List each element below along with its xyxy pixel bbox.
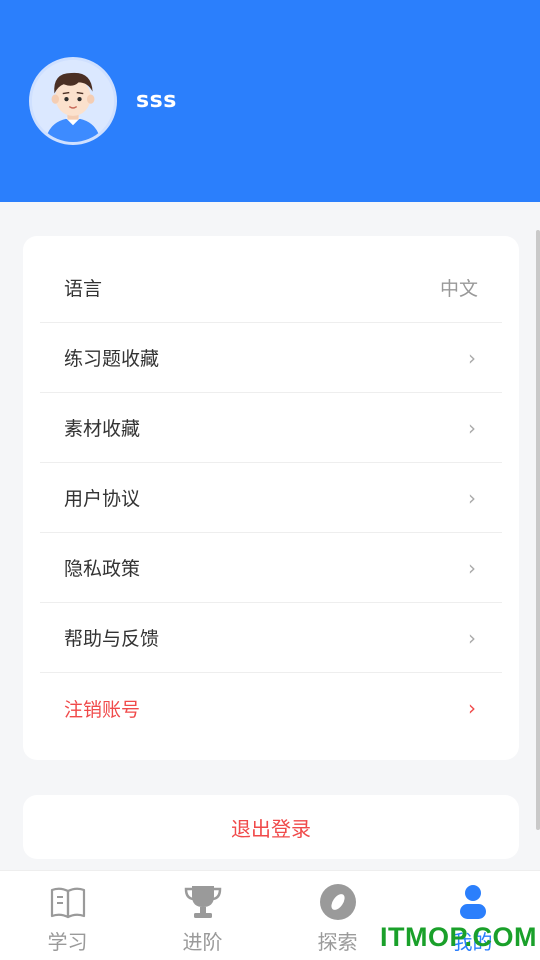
menu-item-privacy-policy[interactable]: 隐私政策 ›	[40, 533, 502, 603]
compass-icon	[319, 884, 356, 920]
chevron-right-icon: ›	[468, 415, 476, 440]
menu-item-label: 素材收藏	[64, 418, 141, 440]
profile-page: sss 语言 中文 练习题收藏 › 素材收藏 › 用户协议 › 隐私政策 › 帮…	[0, 0, 540, 960]
menu-item-label: 隐私政策	[64, 558, 141, 580]
chevron-right-icon: ›	[468, 696, 476, 720]
menu-item-label: 注销账号	[64, 698, 141, 721]
chevron-right-icon: ›	[468, 345, 476, 370]
watermark: ITMOP.COM	[380, 922, 538, 952]
chevron-right-icon: ›	[468, 555, 476, 580]
menu-item-label: 练习题收藏	[64, 348, 160, 370]
menu-item-exercise-favorites[interactable]: 练习题收藏 ›	[40, 323, 502, 393]
menu-item-label: 用户协议	[64, 488, 141, 510]
tab-label: 探索	[317, 930, 358, 954]
language-value: 中文	[439, 278, 478, 300]
menu-item-material-favorites[interactable]: 素材收藏 ›	[40, 393, 502, 463]
scrollbar[interactable]	[536, 230, 540, 830]
trophy-icon	[184, 886, 221, 918]
menu-item-language[interactable]: 语言 中文	[40, 253, 502, 323]
menu-item-user-agreement[interactable]: 用户协议 ›	[40, 463, 502, 533]
avatar[interactable]	[29, 57, 117, 145]
tab-advance[interactable]: 进阶	[135, 871, 270, 960]
settings-menu-card: 语言 中文 练习题收藏 › 素材收藏 › 用户协议 › 隐私政策 › 帮助与反馈…	[23, 236, 519, 760]
menu-item-label: 语言	[64, 278, 103, 300]
avatar-illustration	[32, 60, 114, 142]
tab-study[interactable]: 学习	[0, 871, 135, 960]
username: sss	[136, 88, 177, 113]
logout-button[interactable]: 退出登录	[23, 795, 519, 859]
tab-label: 进阶	[182, 930, 223, 954]
tab-label: 学习	[47, 930, 88, 954]
book-icon	[50, 887, 85, 919]
menu-item-help-feedback[interactable]: 帮助与反馈 ›	[40, 603, 502, 673]
menu-item-delete-account[interactable]: 注销账号 ›	[40, 673, 502, 743]
user-icon	[459, 885, 486, 919]
chevron-right-icon: ›	[468, 625, 476, 650]
profile-header: sss	[0, 0, 540, 202]
menu-item-label: 帮助与反馈	[64, 628, 160, 650]
chevron-right-icon: ›	[468, 485, 476, 510]
